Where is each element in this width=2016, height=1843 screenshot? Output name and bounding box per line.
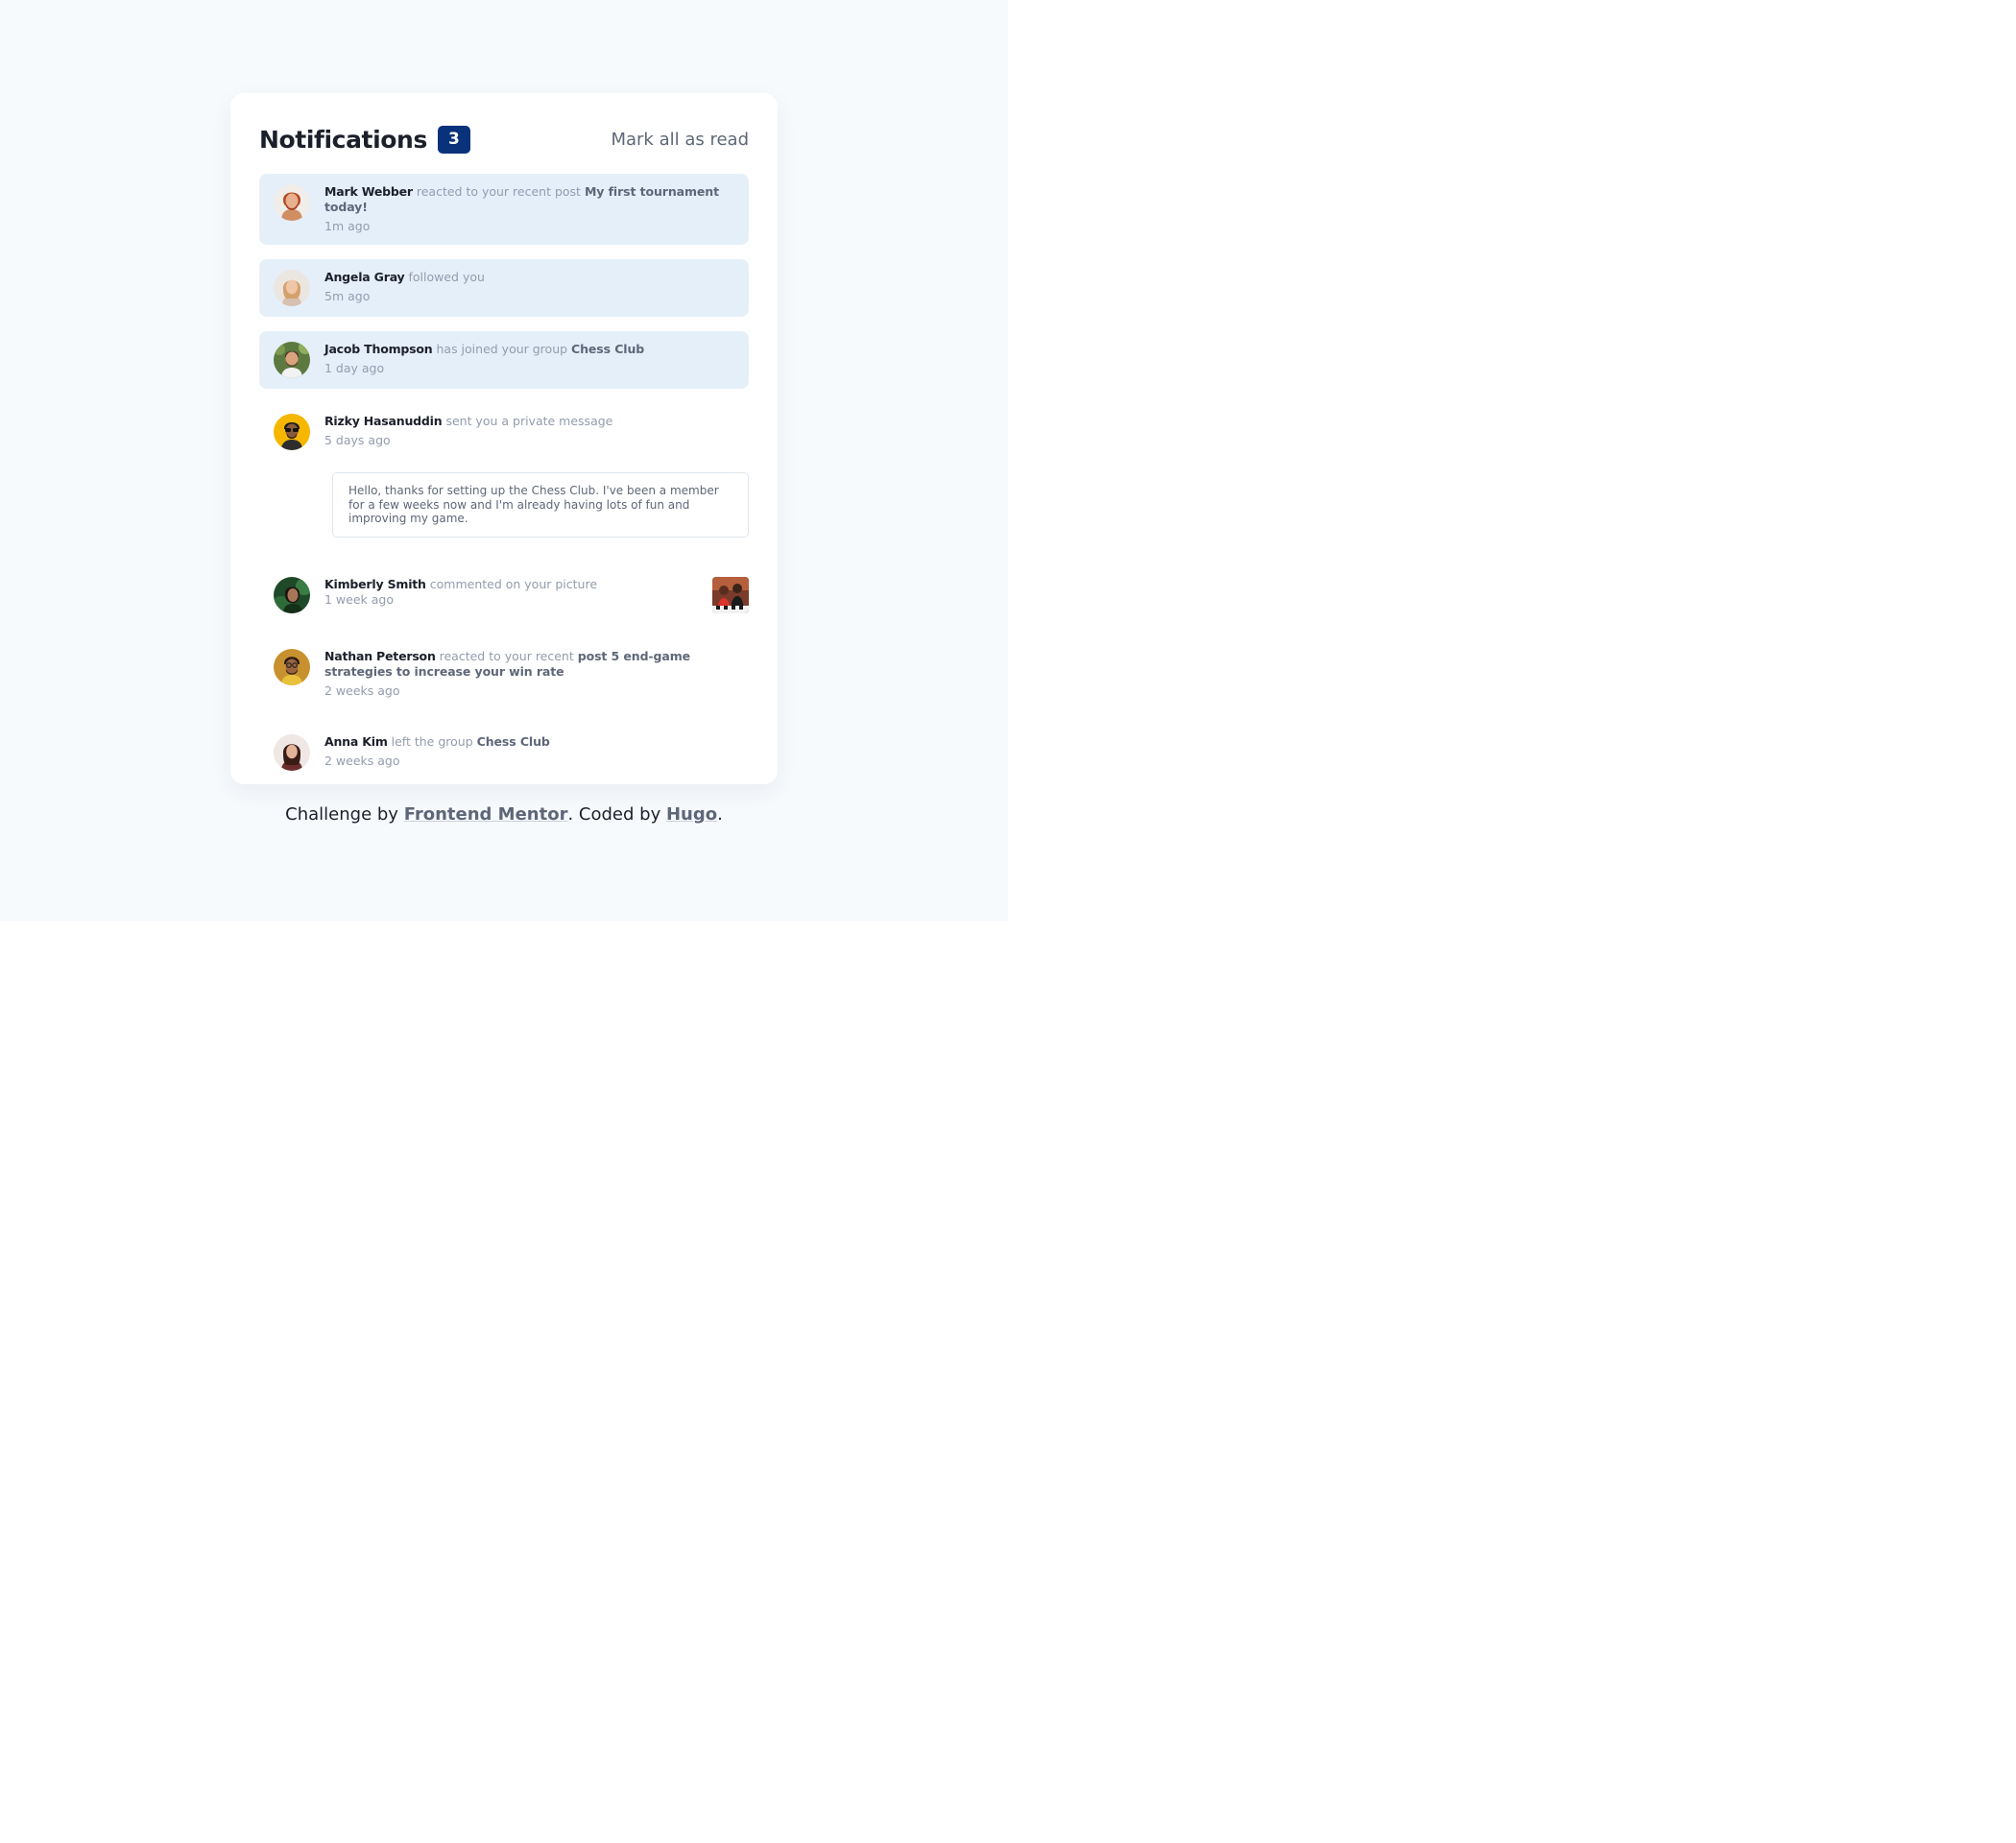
- notification-text: Mark Webber reacted to your recent post …: [324, 184, 733, 215]
- attribution-middle: . Coded by: [567, 804, 661, 825]
- notification-item[interactable]: Angela Gray followed you 5m ago: [259, 259, 749, 317]
- mark-all-read-button[interactable]: Mark all as read: [611, 130, 749, 150]
- notification-content: Anna Kim left the group Chess Club 2 wee…: [324, 734, 733, 769]
- avatar-rizky-hasanuddin[interactable]: [274, 414, 310, 450]
- commented-picture-thumbnail[interactable]: [712, 576, 749, 613]
- notification-content: Kimberly Smith commented on your picture…: [324, 577, 703, 608]
- user-name-link[interactable]: Anna Kim: [324, 734, 388, 749]
- notifications-card: Notifications 3 Mark all as read Mark We…: [230, 93, 778, 784]
- frontend-mentor-link[interactable]: Frontend Mentor: [404, 804, 568, 825]
- notification-item[interactable]: Jacob Thompson has joined your group Che…: [259, 331, 749, 389]
- notification-item[interactable]: Kimberly Smith commented on your picture…: [259, 566, 749, 624]
- group-link[interactable]: Chess Club: [571, 342, 644, 356]
- notification-content: Mark Webber reacted to your recent post …: [324, 184, 733, 234]
- notification-time: 5m ago: [324, 289, 371, 303]
- notification-content: Nathan Peterson reacted to your recent p…: [324, 649, 733, 699]
- group-link[interactable]: Chess Club: [477, 734, 550, 749]
- avatar-anna-kim[interactable]: [274, 733, 310, 771]
- avatar-nathan-peterson[interactable]: [274, 648, 310, 685]
- user-name-link[interactable]: Mark Webber: [324, 184, 413, 199]
- notification-text: Nathan Peterson reacted to your recent p…: [324, 649, 733, 680]
- notification-action: followed you: [408, 270, 485, 284]
- notification-time: 1 day ago: [324, 361, 385, 375]
- user-name-link[interactable]: Kimberly Smith: [324, 577, 426, 591]
- notification-time: 1 week ago: [324, 591, 394, 607]
- user-name-link[interactable]: Angela Gray: [324, 270, 405, 284]
- notification-content: Jacob Thompson has joined your group Che…: [324, 342, 733, 376]
- notification-time: 1m ago: [324, 219, 371, 233]
- notification-action: sent you a private message: [445, 414, 613, 428]
- notification-time: 2 weeks ago: [324, 682, 400, 698]
- notification-text: Kimberly Smith commented on your picture: [324, 577, 703, 592]
- notification-action: reacted to your recent: [439, 648, 574, 663]
- notification-text: Rizky Hasanuddin sent you a private mess…: [324, 414, 733, 429]
- attribution-suffix: .: [717, 804, 723, 825]
- user-name-link[interactable]: Rizky Hasanuddin: [324, 414, 443, 428]
- page-title: Notifications: [259, 125, 427, 154]
- notification-item[interactable]: Anna Kim left the group Chess Club 2 wee…: [259, 724, 749, 781]
- notification-content: Rizky Hasanuddin sent you a private mess…: [324, 414, 733, 448]
- notification-item[interactable]: Nathan Peterson reacted to your recent p…: [259, 638, 749, 709]
- avatar-mark-webber[interactable]: [274, 184, 310, 221]
- notification-action: reacted to your recent post: [416, 184, 581, 199]
- notification-time: 2 weeks ago: [324, 753, 400, 768]
- notification-action: commented on your picture: [429, 576, 598, 591]
- avatar-angela-gray[interactable]: [274, 270, 310, 306]
- avatar-jacob-thompson[interactable]: [274, 342, 310, 378]
- attribution-footer: Challenge by Frontend Mentor. Coded by H…: [0, 804, 1008, 825]
- author-link[interactable]: Hugo: [666, 804, 717, 825]
- notification-time: 5 days ago: [324, 433, 391, 447]
- attribution-prefix: Challenge by: [285, 804, 398, 825]
- notification-action: has joined your group: [436, 342, 568, 356]
- notification-text: Jacob Thompson has joined your group Che…: [324, 342, 733, 357]
- avatar-kimberly-smith[interactable]: [274, 576, 310, 613]
- unread-count-badge: 3: [437, 125, 470, 154]
- private-message-preview[interactable]: Hello, thanks for setting up the Chess C…: [332, 472, 749, 538]
- notification-item[interactable]: Rizky Hasanuddin sent you a private mess…: [259, 403, 749, 461]
- notification-text: Anna Kim left the group Chess Club: [324, 734, 733, 750]
- notification-action: left the group: [391, 733, 473, 749]
- notification-content: Angela Gray followed you 5m ago: [324, 270, 733, 304]
- user-name-link[interactable]: Nathan Peterson: [324, 649, 436, 663]
- card-header: Notifications 3 Mark all as read: [259, 119, 749, 159]
- notification-item[interactable]: Mark Webber reacted to your recent post …: [259, 174, 749, 245]
- notification-text: Angela Gray followed you: [324, 270, 733, 285]
- user-name-link[interactable]: Jacob Thompson: [324, 342, 433, 356]
